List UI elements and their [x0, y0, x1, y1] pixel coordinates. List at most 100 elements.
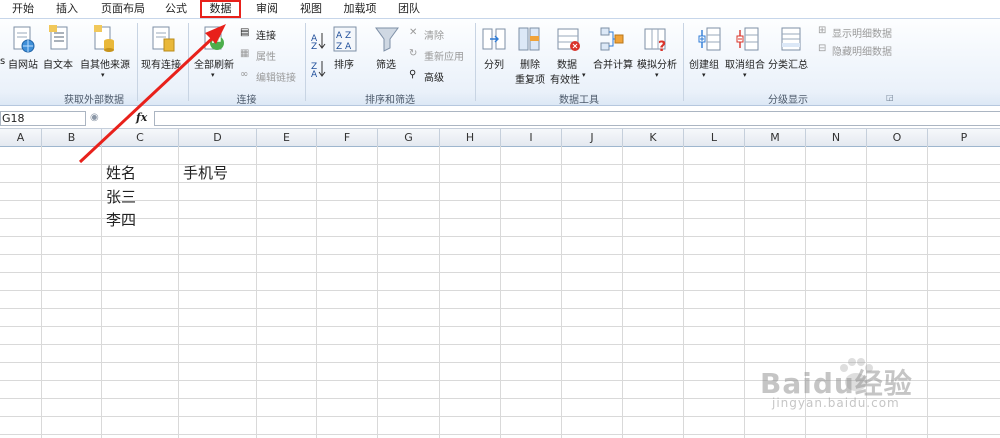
data-validation-icon [556, 25, 582, 53]
partial-button-label[interactable]: s [0, 56, 5, 67]
grid-line [0, 236, 1000, 237]
remove-duplicates-icon [516, 25, 542, 53]
consolidate-icon [599, 25, 625, 53]
column-header-o[interactable]: O [867, 129, 928, 146]
grid-line [0, 200, 1000, 201]
column-header-p[interactable]: P [928, 129, 1000, 146]
insert-function-icon[interactable]: fx [136, 111, 147, 124]
grid-line [0, 344, 1000, 345]
grid-line [256, 146, 257, 438]
formula-bar: G18 ◉ fx [0, 110, 1000, 129]
sort-icon: A ZZ A [333, 25, 357, 53]
subtotal-button[interactable]: 分类汇总 [768, 56, 808, 71]
grid-line [0, 272, 1000, 273]
group-title-connections: 连接 [236, 95, 257, 106]
grid-line [0, 308, 1000, 309]
dropdown-arrow-icon: ▾ [743, 71, 747, 79]
cell-d-phone-header[interactable]: 手机号 [183, 162, 228, 183]
what-if-analysis-button[interactable]: 模拟分析 [637, 56, 677, 71]
tab-addins[interactable]: 加载项 [340, 0, 380, 18]
grid-line [744, 146, 745, 438]
edit-links-button[interactable]: 编辑链接 [256, 69, 296, 84]
worksheet-grid[interactable]: 姓名 手机号 张三 李四 Baidu经验 jingyan.baidu.com [0, 146, 1000, 438]
formula-input[interactable] [154, 111, 1000, 126]
column-header-c[interactable]: C [102, 129, 179, 146]
grid-line [561, 146, 562, 438]
grid-line [41, 146, 42, 438]
column-header-e[interactable]: E [257, 129, 317, 146]
from-text-button[interactable]: 自文本 [43, 56, 73, 71]
grid-line [500, 146, 501, 438]
sort-ascending-icon[interactable]: AZZA [311, 29, 327, 80]
group-separator [305, 23, 306, 101]
refresh-all-button[interactable]: 全部刷新 [194, 56, 234, 71]
column-header-m[interactable]: M [745, 129, 806, 146]
column-header-f[interactable]: F [317, 129, 378, 146]
connections-button[interactable]: 连接 [256, 27, 276, 42]
data-validation-button-line2[interactable]: 有效性 [550, 71, 580, 86]
from-other-sources-button[interactable]: 自其他来源 [80, 56, 130, 71]
grid-line [0, 416, 1000, 417]
tab-insert[interactable]: 插入 [52, 0, 82, 18]
connections-icon: ▤ [240, 27, 250, 38]
remove-duplicates-button-line2[interactable]: 重复项 [515, 71, 545, 86]
column-header-a[interactable]: A [0, 129, 42, 146]
clear-icon: ✕ [409, 27, 418, 38]
text-to-columns-icon [481, 25, 507, 53]
from-text-icon [47, 25, 71, 53]
reapply-button[interactable]: 重新应用 [424, 48, 464, 63]
grid-line [316, 146, 317, 438]
column-header-b[interactable]: B [42, 129, 102, 146]
hide-detail-button[interactable]: 隐藏明细数据 [832, 43, 892, 58]
column-header-d[interactable]: D [179, 129, 257, 146]
ungroup-button[interactable]: 取消组合 [725, 56, 765, 71]
svg-text:?: ? [658, 39, 666, 53]
svg-text:Z A: Z A [336, 42, 352, 52]
group-button[interactable]: 创建组 [689, 56, 719, 71]
tab-formulas[interactable]: 公式 [160, 0, 192, 18]
grid-line [101, 146, 102, 438]
ribbon-tab-bar: 开始 插入 页面布局 公式 数据 审阅 视图 加载项 团队 [0, 0, 1000, 18]
column-header-j[interactable]: J [562, 129, 623, 146]
remove-duplicates-button[interactable]: 删除 [520, 56, 540, 71]
tab-data[interactable]: 数据 [200, 0, 241, 18]
advanced-button[interactable]: 高级 [424, 69, 444, 84]
cell-c-row3[interactable]: 李四 [106, 209, 136, 230]
dialog-launcher-icon[interactable]: ◲ [886, 93, 894, 102]
tab-page-layout[interactable]: 页面布局 [98, 0, 148, 18]
column-header-k[interactable]: K [623, 129, 684, 146]
column-header-g[interactable]: G [378, 129, 440, 146]
filter-button[interactable]: 筛选 [376, 56, 396, 71]
name-box-dropdown-icon[interactable]: ◉ [90, 112, 99, 123]
column-header-n[interactable]: N [806, 129, 867, 146]
cell-c-row2[interactable]: 张三 [106, 186, 136, 207]
name-box[interactable]: G18 [0, 111, 86, 126]
group-title-data-tools: 数据工具 [559, 95, 599, 106]
existing-connections-button[interactable]: 现有连接 [141, 56, 181, 71]
properties-icon: ▦ [240, 48, 250, 59]
grid-line [622, 146, 623, 438]
grid-line [439, 146, 440, 438]
dropdown-arrow-icon: ▾ [101, 71, 105, 79]
grid-line [0, 290, 1000, 291]
tab-team[interactable]: 团队 [394, 0, 424, 18]
column-header-h[interactable]: H [440, 129, 501, 146]
text-to-columns-button[interactable]: 分列 [484, 56, 504, 71]
column-header-i[interactable]: I [501, 129, 562, 146]
data-validation-button[interactable]: 数据 [557, 56, 577, 71]
tab-home[interactable]: 开始 [8, 0, 38, 18]
sort-button[interactable]: 排序 [334, 56, 354, 71]
clear-button[interactable]: 清除 [424, 27, 444, 42]
consolidate-button[interactable]: 合并计算 [593, 56, 633, 71]
tab-view[interactable]: 视图 [296, 0, 326, 18]
show-detail-button[interactable]: 显示明细数据 [832, 25, 892, 40]
column-header-l[interactable]: L [684, 129, 745, 146]
tab-review[interactable]: 审阅 [252, 0, 282, 18]
from-other-sources-icon [92, 25, 116, 53]
cell-c-name-header[interactable]: 姓名 [106, 162, 136, 183]
from-web-button[interactable]: 自网站 [8, 56, 38, 71]
dropdown-arrow-icon: ▾ [582, 71, 586, 79]
properties-button[interactable]: 属性 [256, 48, 276, 63]
filter-icon [374, 25, 400, 53]
ungroup-icon [735, 25, 761, 53]
